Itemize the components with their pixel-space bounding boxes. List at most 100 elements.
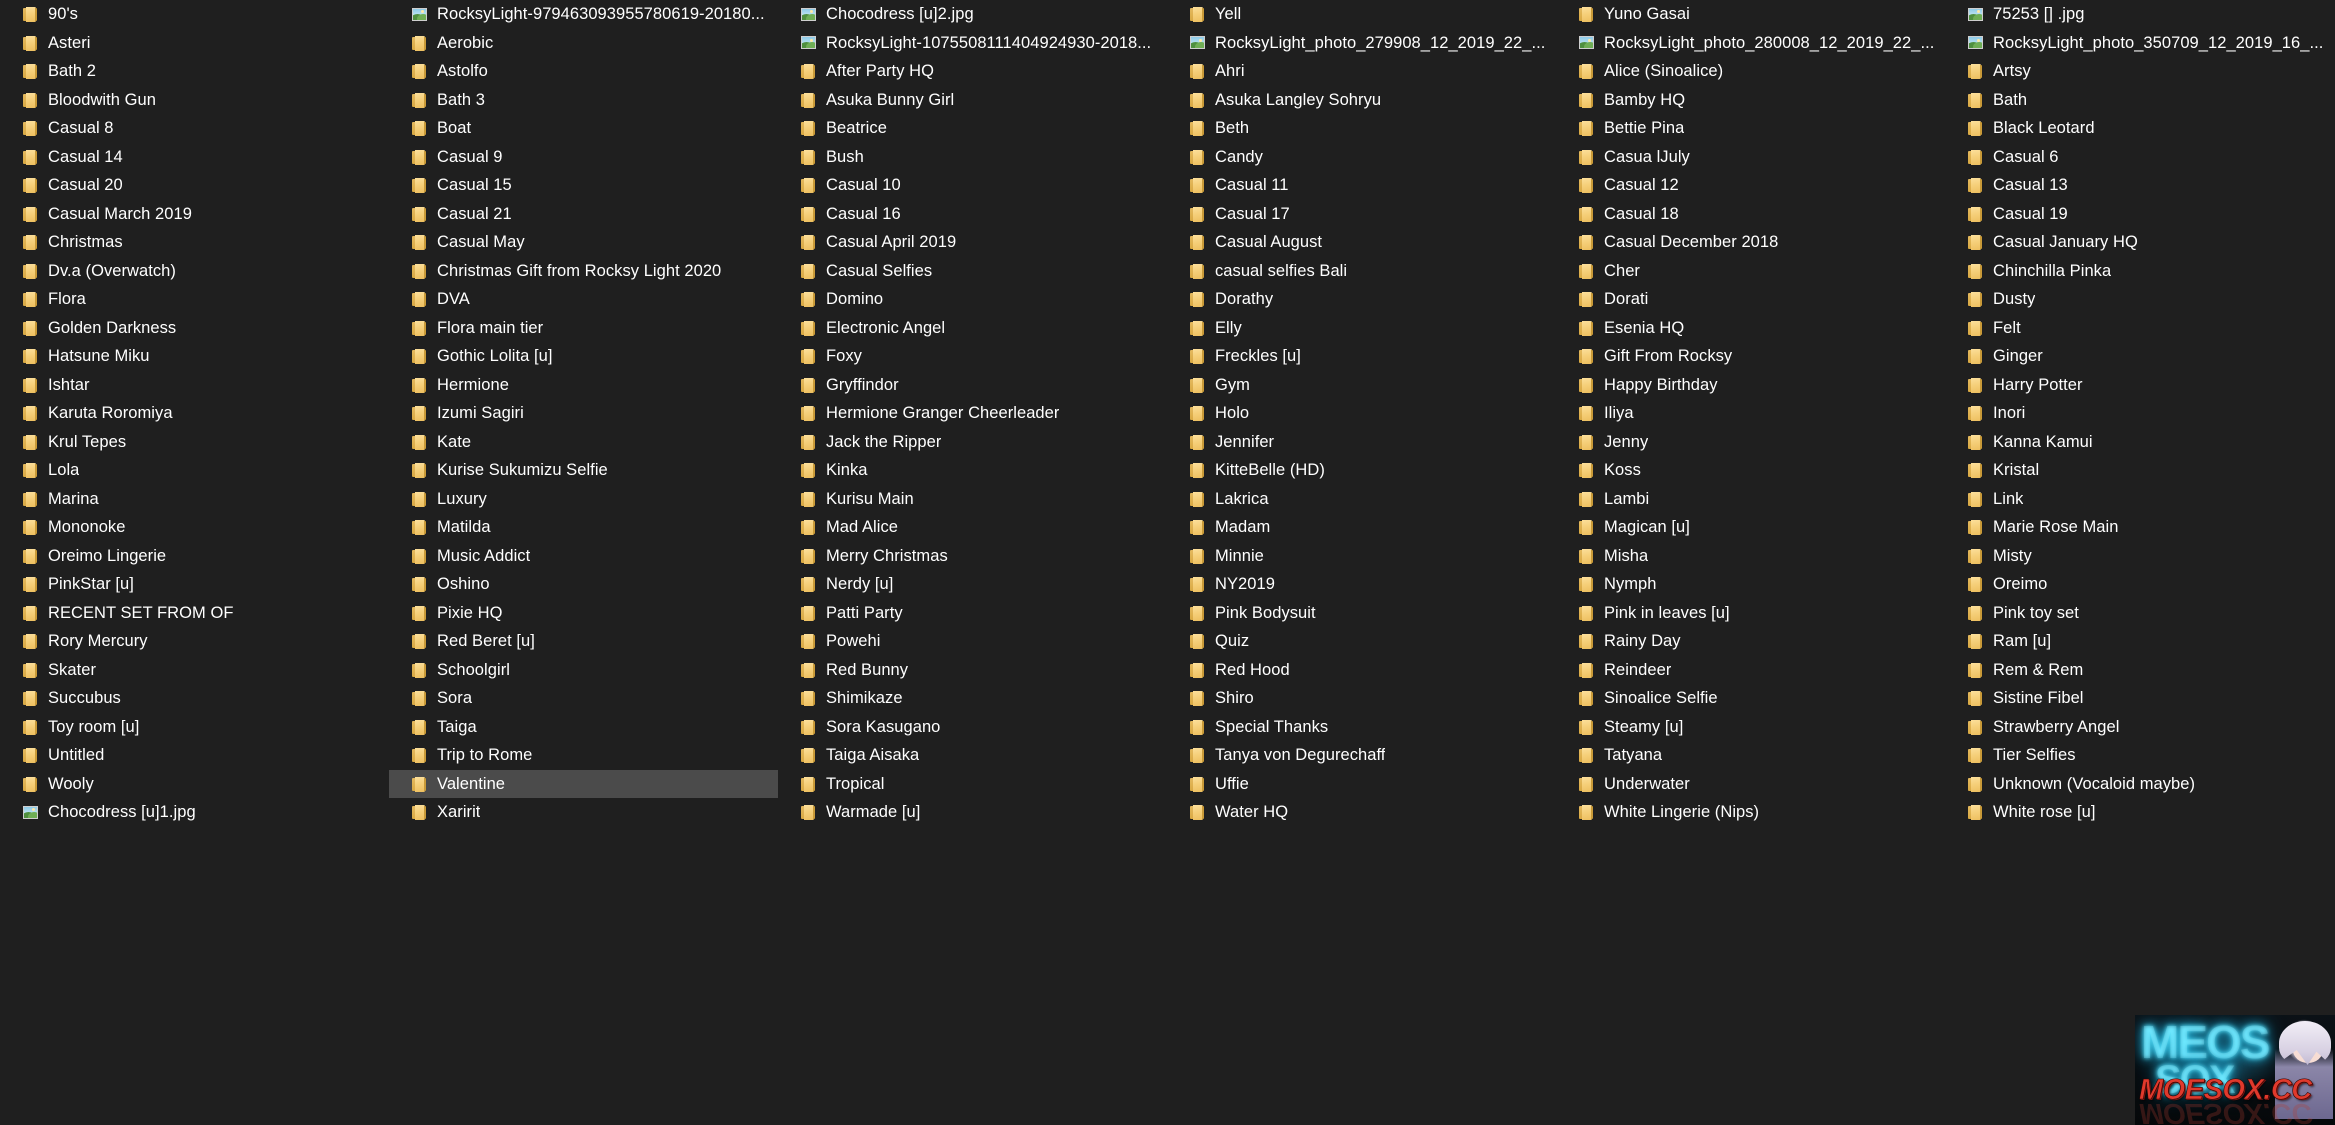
folder-item[interactable]: Wooly [0, 770, 389, 799]
folder-item[interactable]: Foxy [778, 342, 1167, 371]
folder-item[interactable]: DVA [389, 285, 778, 314]
folder-item[interactable]: Kanna Kamui [1945, 428, 2334, 457]
folder-item[interactable]: Tropical [778, 770, 1167, 799]
folder-item[interactable]: Xaririt [389, 798, 778, 827]
folder-item[interactable]: Strawberry Angel [1945, 713, 2334, 742]
folder-item[interactable]: Inori [1945, 399, 2334, 428]
folder-item[interactable]: Matilda [389, 513, 778, 542]
folder-item[interactable]: Asuka Bunny Girl [778, 86, 1167, 115]
folder-item[interactable]: Taiga [389, 713, 778, 742]
folder-item[interactable]: Dusty [1945, 285, 2334, 314]
file-item[interactable]: RocksyLight_photo_350709_12_2019_16_... [1945, 29, 2334, 58]
folder-item[interactable]: Succubus [0, 684, 389, 713]
folder-item[interactable]: Oshino [389, 570, 778, 599]
file-list[interactable]: 90's Asteri Bath 2 Bloodwith Gun Casual 8 Cas… [0, 0, 2335, 850]
folder-item[interactable]: Elly [1167, 314, 1556, 343]
folder-item[interactable]: NY2019 [1167, 570, 1556, 599]
folder-item[interactable]: Tatyana [1556, 741, 1945, 770]
folder-item[interactable]: Reindeer [1556, 656, 1945, 685]
folder-item[interactable]: Casual 9 [389, 143, 778, 172]
folder-item[interactable]: Magican [u] [1556, 513, 1945, 542]
folder-item[interactable]: Unknown (Vocaloid maybe) [1945, 770, 2334, 799]
folder-item[interactable]: PinkStar [u] [0, 570, 389, 599]
folder-item[interactable]: Harry Potter [1945, 371, 2334, 400]
folder-item[interactable]: Hatsune Miku [0, 342, 389, 371]
folder-item[interactable]: Felt [1945, 314, 2334, 343]
folder-item[interactable]: Rainy Day [1556, 627, 1945, 656]
folder-item[interactable]: Untitled [0, 741, 389, 770]
folder-item[interactable]: Skater [0, 656, 389, 685]
folder-item[interactable]: Electronic Angel [778, 314, 1167, 343]
folder-item[interactable]: Valentine [389, 769, 778, 798]
folder-item[interactable]: Bloodwith Gun [0, 86, 389, 115]
folder-item[interactable]: Taiga Aisaka [778, 741, 1167, 770]
folder-item[interactable]: Casual Selfies [778, 257, 1167, 286]
folder-item[interactable]: Yuno Gasai [1556, 0, 1945, 29]
folder-item[interactable]: Sistine Fibel [1945, 684, 2334, 713]
folder-item[interactable]: Bamby HQ [1556, 86, 1945, 115]
folder-item[interactable]: Ishtar [0, 371, 389, 400]
folder-item[interactable]: casual selfies Bali [1167, 257, 1556, 286]
file-item[interactable]: Chocodress [u]2.jpg [778, 0, 1167, 29]
folder-item[interactable]: Casual 10 [778, 171, 1167, 200]
folder-item[interactable]: Sora [389, 684, 778, 713]
folder-item[interactable]: Casual 8 [0, 114, 389, 143]
folder-item[interactable]: Pink in leaves [u] [1556, 599, 1945, 628]
file-item[interactable]: RocksyLight-979463093955780619-20180... [389, 0, 778, 29]
folder-item[interactable]: Kurise Sukumizu Selfie [389, 456, 778, 485]
folder-item[interactable]: Hermione [389, 371, 778, 400]
folder-item[interactable]: RECENT SET FROM OF [0, 599, 389, 628]
folder-item[interactable]: Pink toy set [1945, 599, 2334, 628]
folder-item[interactable]: Casual 19 [1945, 200, 2334, 229]
folder-item[interactable]: Trip to Rome [389, 741, 778, 770]
folder-item[interactable]: Beth [1167, 114, 1556, 143]
folder-item[interactable]: Casual May [389, 228, 778, 257]
file-item[interactable]: Chocodress [u]1.jpg [0, 798, 389, 827]
folder-item[interactable]: Nerdy [u] [778, 570, 1167, 599]
folder-item[interactable]: Uffie [1167, 770, 1556, 799]
folder-item[interactable]: After Party HQ [778, 57, 1167, 86]
folder-item[interactable]: Flora main tier [389, 314, 778, 343]
folder-item[interactable]: Tier Selfies [1945, 741, 2334, 770]
folder-item[interactable]: Minnie [1167, 542, 1556, 571]
folder-item[interactable]: Powehi [778, 627, 1167, 656]
folder-item[interactable]: White Lingerie (Nips) [1556, 798, 1945, 827]
folder-item[interactable]: Gift From Rocksy [1556, 342, 1945, 371]
folder-item[interactable]: Christmas Gift from Rocksy Light 2020 [389, 257, 778, 286]
folder-item[interactable]: Dorathy [1167, 285, 1556, 314]
folder-item[interactable]: Oreimo [1945, 570, 2334, 599]
folder-item[interactable]: Casual 13 [1945, 171, 2334, 200]
folder-item[interactable]: Rem & Rem [1945, 656, 2334, 685]
folder-item[interactable]: Bush [778, 143, 1167, 172]
folder-item[interactable]: Kurisu Main [778, 485, 1167, 514]
folder-item[interactable]: Bath [1945, 86, 2334, 115]
folder-item[interactable]: Pink Bodysuit [1167, 599, 1556, 628]
folder-item[interactable]: Casual 6 [1945, 143, 2334, 172]
folder-item[interactable]: Krul Tepes [0, 428, 389, 457]
folder-item[interactable]: Red Hood [1167, 656, 1556, 685]
folder-item[interactable]: Astolfo [389, 57, 778, 86]
folder-item[interactable]: Artsy [1945, 57, 2334, 86]
folder-item[interactable]: Red Beret [u] [389, 627, 778, 656]
folder-item[interactable]: Casual 12 [1556, 171, 1945, 200]
folder-item[interactable]: Dorati [1556, 285, 1945, 314]
folder-item[interactable]: Casual 18 [1556, 200, 1945, 229]
folder-item[interactable]: White rose [u] [1945, 798, 2334, 827]
folder-item[interactable]: Madam [1167, 513, 1556, 542]
folder-item[interactable]: Flora [0, 285, 389, 314]
folder-item[interactable]: Lakrica [1167, 485, 1556, 514]
folder-item[interactable]: Black Leotard [1945, 114, 2334, 143]
folder-item[interactable]: Bettie Pina [1556, 114, 1945, 143]
file-item[interactable]: 75253 [] .jpg [1945, 0, 2334, 29]
folder-item[interactable]: Golden Darkness [0, 314, 389, 343]
folder-item[interactable]: Beatrice [778, 114, 1167, 143]
folder-item[interactable]: Pixie HQ [389, 599, 778, 628]
folder-item[interactable]: Mad Alice [778, 513, 1167, 542]
folder-item[interactable]: Casua lJuly [1556, 143, 1945, 172]
folder-item[interactable]: Bath 2 [0, 57, 389, 86]
folder-item[interactable]: Tanya von Degurechaff [1167, 741, 1556, 770]
folder-item[interactable]: Warmade [u] [778, 798, 1167, 827]
folder-item[interactable]: Kate [389, 428, 778, 457]
folder-item[interactable]: Bath 3 [389, 86, 778, 115]
folder-item[interactable]: Cher [1556, 257, 1945, 286]
